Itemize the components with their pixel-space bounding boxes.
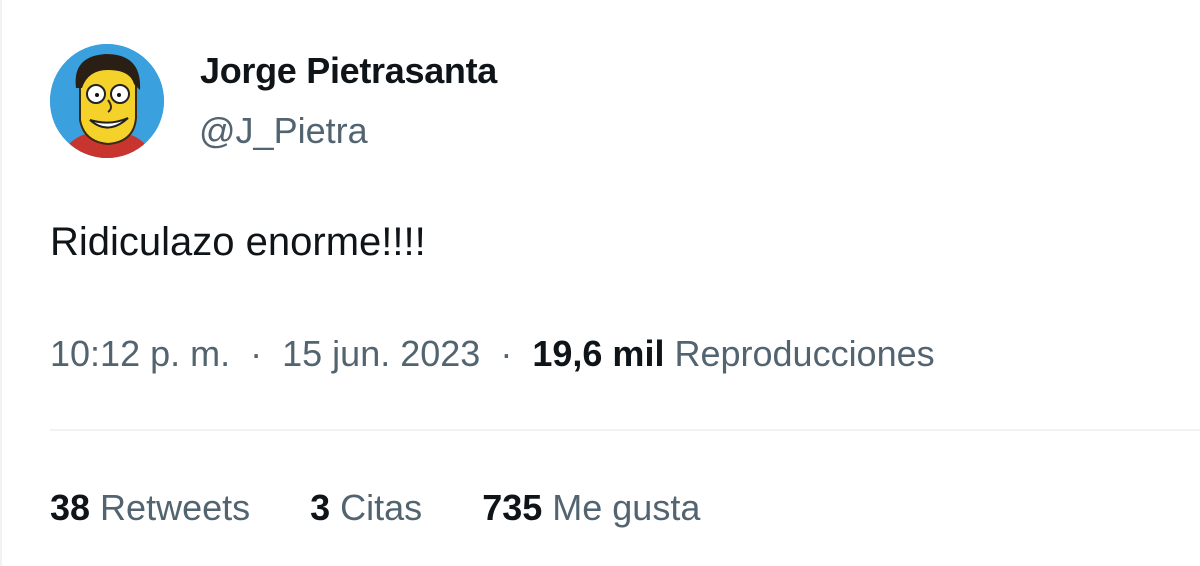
divider xyxy=(50,429,1200,431)
tweet-text: Ridiculazo enorme!!!! xyxy=(50,220,426,264)
retweets-label: Retweets xyxy=(100,487,251,528)
likes-label: Me gusta xyxy=(552,487,701,528)
meta-separator: · xyxy=(500,333,513,374)
quotes-count: 3 xyxy=(310,487,331,528)
tweet-date[interactable]: 15 jun. 2023 xyxy=(282,333,480,374)
retweets-count: 38 xyxy=(50,487,91,528)
meta-separator: · xyxy=(250,333,263,374)
likes-stat[interactable]: 735 Me gusta xyxy=(482,487,700,529)
tweet-time[interactable]: 10:12 p. m. xyxy=(50,333,230,374)
quotes-label: Citas xyxy=(340,487,423,528)
author-handle[interactable]: @J_Pietra xyxy=(199,110,368,152)
avatar[interactable] xyxy=(50,44,164,158)
views-label: Reproducciones xyxy=(674,333,935,374)
panel-left-border xyxy=(0,0,2,566)
likes-count: 735 xyxy=(482,487,543,528)
quotes-stat[interactable]: 3 Citas xyxy=(310,487,422,529)
views-count: 19,6 mil xyxy=(532,333,665,374)
avatar-image xyxy=(50,44,164,158)
tweet-meta: 10:12 p. m. · 15 jun. 2023 · 19,6 mil Re… xyxy=(50,333,935,375)
engagement-stats: 38 Retweets 3 Citas 735 Me gusta xyxy=(50,487,760,529)
retweets-stat[interactable]: 38 Retweets xyxy=(50,487,250,529)
author-name[interactable]: Jorge Pietrasanta xyxy=(200,50,497,92)
